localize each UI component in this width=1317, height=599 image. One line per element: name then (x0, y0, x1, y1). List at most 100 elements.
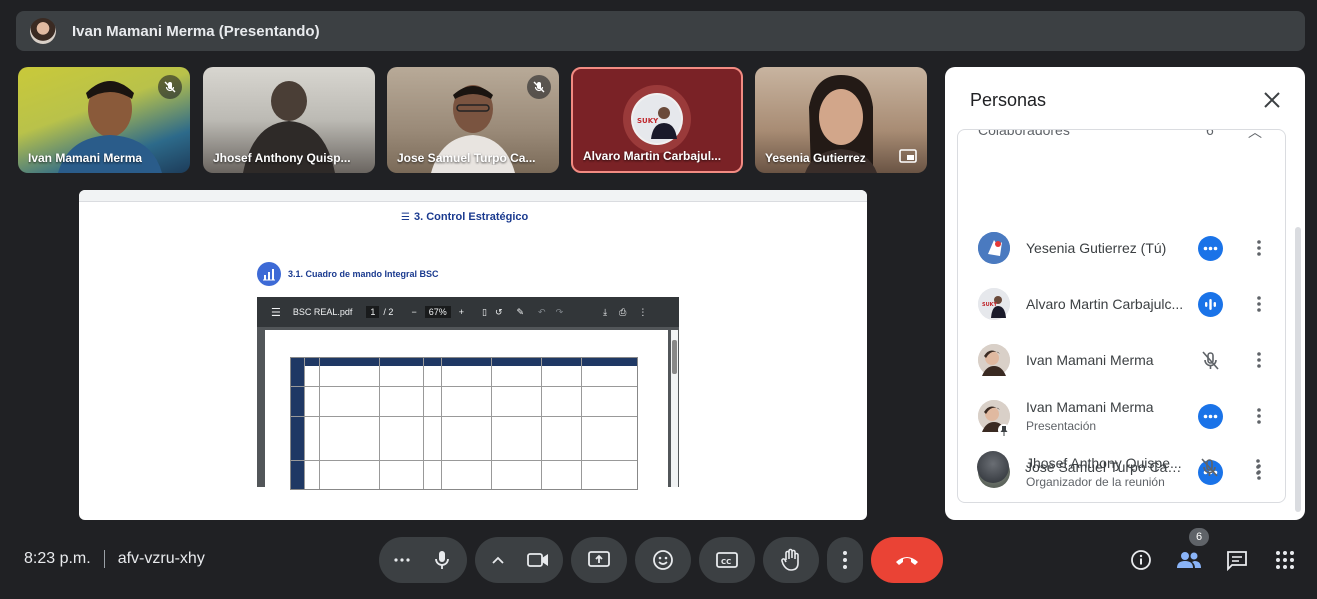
bsc-table (290, 357, 638, 490)
picture-in-picture-icon[interactable] (897, 147, 919, 165)
audio-level-icon (1198, 292, 1223, 317)
pdf-filename: BSC REAL.pdf (292, 307, 353, 317)
pdf-page-input[interactable]: 1 (366, 306, 380, 318)
captions-button[interactable]: CC (699, 537, 755, 583)
meeting-code[interactable]: afv-vzru-xhy (118, 550, 205, 568)
presenter-title: Ivan Mamani Merma (Presentando) (72, 22, 320, 40)
avatar: SUKY (978, 288, 1010, 320)
more-vert-icon (843, 551, 847, 569)
video-tile[interactable]: Yesenia Gutierrez (755, 67, 927, 173)
camera-icon (527, 553, 548, 567)
more-vert-icon[interactable] (1248, 455, 1268, 479)
people-button[interactable]: 6 (1169, 528, 1209, 580)
chat-button[interactable] (1217, 540, 1257, 580)
avatar (977, 451, 1009, 483)
section-count: 6 (1206, 129, 1214, 138)
present-button[interactable] (571, 537, 627, 583)
apps-grid-icon (1276, 551, 1294, 569)
more-vert-icon[interactable] (1249, 348, 1269, 372)
svg-text:SUKY: SUKY (637, 117, 659, 125)
zoom-out-icon[interactable]: − (411, 307, 416, 317)
leave-call-button[interactable] (871, 537, 943, 583)
undo-icon[interactable]: ↶ (538, 307, 546, 318)
fit-page-icon[interactable]: ▯ (482, 307, 487, 318)
rotate-icon[interactable]: ↺ (495, 307, 503, 318)
audio-options-icon[interactable] (389, 537, 415, 583)
panel-title: Personas (970, 90, 1047, 110)
participant-count-badge: 6 (1189, 528, 1209, 546)
participant-row[interactable]: Ivan Mamani Merma (958, 332, 1285, 388)
video-tile[interactable]: Jhosef Anthony Quisp... (203, 67, 375, 173)
presenter-bar: Ivan Mamani Merma (Presentando) (16, 11, 1305, 51)
print-icon[interactable]: ⎙ (619, 307, 626, 318)
end-call-icon (896, 557, 918, 565)
camera-button[interactable] (515, 537, 561, 583)
more-options-dots-icon[interactable] (1198, 236, 1223, 261)
mic-control-group (379, 537, 467, 583)
mic-off-icon (527, 75, 551, 99)
pdf-toolbar: ☰ BSC REAL.pdf 1 / 2 − 67% + ▯ ↺ ✎ ↶ ↷ ⤓… (257, 297, 679, 327)
emoji-icon (653, 550, 673, 570)
chevron-up-icon[interactable] (485, 537, 511, 583)
people-icon (1177, 552, 1201, 568)
video-tile-active[interactable]: SUKY Alvaro Martin Carbajul... (571, 67, 743, 173)
camera-control-group (475, 537, 563, 583)
close-icon[interactable] (1261, 89, 1283, 111)
chat-icon (1227, 551, 1247, 571)
tile-name: Ivan Mamani Merma (28, 151, 143, 165)
more-vert-icon[interactable] (1249, 404, 1269, 428)
tile-name: Jhosef Anthony Quisp... (213, 151, 351, 165)
redo-icon[interactable]: ↷ (556, 307, 564, 318)
panel-scrollbar[interactable] (1295, 227, 1301, 512)
more-vert-icon[interactable] (1249, 292, 1269, 316)
more-vert-icon[interactable]: ⋮ (638, 307, 647, 318)
presentation-subheading: 3.1. Cuadro de mando Integral BSC (257, 262, 439, 286)
raise-hand-button[interactable] (763, 537, 819, 583)
pdf-viewer[interactable]: ☰ BSC REAL.pdf 1 / 2 − 67% + ▯ ↺ ✎ ↶ ↷ ⤓… (257, 297, 679, 490)
more-options-button[interactable] (827, 537, 863, 583)
more-vert-icon[interactable] (1249, 236, 1269, 260)
meeting-details: 8:23 p.m. afv-vzru-xhy (24, 550, 205, 568)
zoom-in-icon[interactable]: + (459, 307, 464, 317)
tile-name: Yesenia Gutierrez (765, 151, 866, 165)
mic-button[interactable] (419, 537, 465, 583)
avatar (978, 344, 1010, 376)
shared-screen: ☰ 3. Control Estratégico 3.1. Cuadro de m… (79, 190, 867, 520)
pdf-zoom[interactable]: 67% (424, 306, 451, 318)
mic-off-icon (158, 75, 182, 99)
info-icon (1131, 550, 1151, 570)
captions-icon: CC (716, 552, 738, 568)
menu-icon[interactable]: ☰ (271, 306, 281, 319)
meeting-info-button[interactable] (1121, 540, 1161, 580)
svg-text:SUKY: SUKY (982, 302, 998, 308)
reactions-button[interactable] (635, 537, 691, 583)
tile-name: Jose Samuel Turpo Ca... (397, 151, 536, 165)
download-icon[interactable]: ⤓ (603, 307, 607, 318)
participant-row[interactable]: SUKY Alvaro Martin Carbajulc... (958, 276, 1285, 332)
pin-icon (998, 424, 1010, 436)
pdf-page-total: / 2 (383, 307, 394, 317)
video-tile[interactable]: Jose Samuel Turpo Ca... (387, 67, 559, 173)
annotate-icon[interactable]: ✎ (516, 307, 524, 318)
chart-icon (257, 262, 281, 286)
section-label: Colaboradores (978, 129, 1070, 138)
activities-button[interactable] (1265, 540, 1305, 580)
people-panel: Personas Colaboradores 6 ︿ Yesenia Gutie… (945, 67, 1305, 520)
collapse-icon[interactable]: ︿ (1248, 130, 1262, 142)
tile-name: Alvaro Martin Carbajul... (583, 149, 722, 163)
participant-row[interactable]: Jose Samuel Turpo Cau... (957, 439, 1286, 495)
mic-off-icon (1198, 348, 1223, 373)
list-icon: ☰ (401, 212, 410, 223)
present-screen-icon (588, 551, 610, 567)
clock: 8:23 p.m. (24, 550, 91, 567)
participant-row[interactable]: Ivan Mamani Merma Presentación (958, 388, 1285, 444)
avatar (978, 232, 1010, 264)
hand-icon (781, 548, 799, 571)
pdf-scrollbar[interactable] (671, 330, 678, 487)
participant-row[interactable]: Yesenia Gutierrez (Tú) (958, 220, 1285, 276)
pdf-page (265, 330, 668, 490)
mic-icon (435, 551, 449, 569)
more-options-dots-icon[interactable] (1198, 404, 1223, 429)
presenter-avatar (30, 18, 56, 44)
video-tile[interactable]: Ivan Mamani Merma (18, 67, 190, 173)
